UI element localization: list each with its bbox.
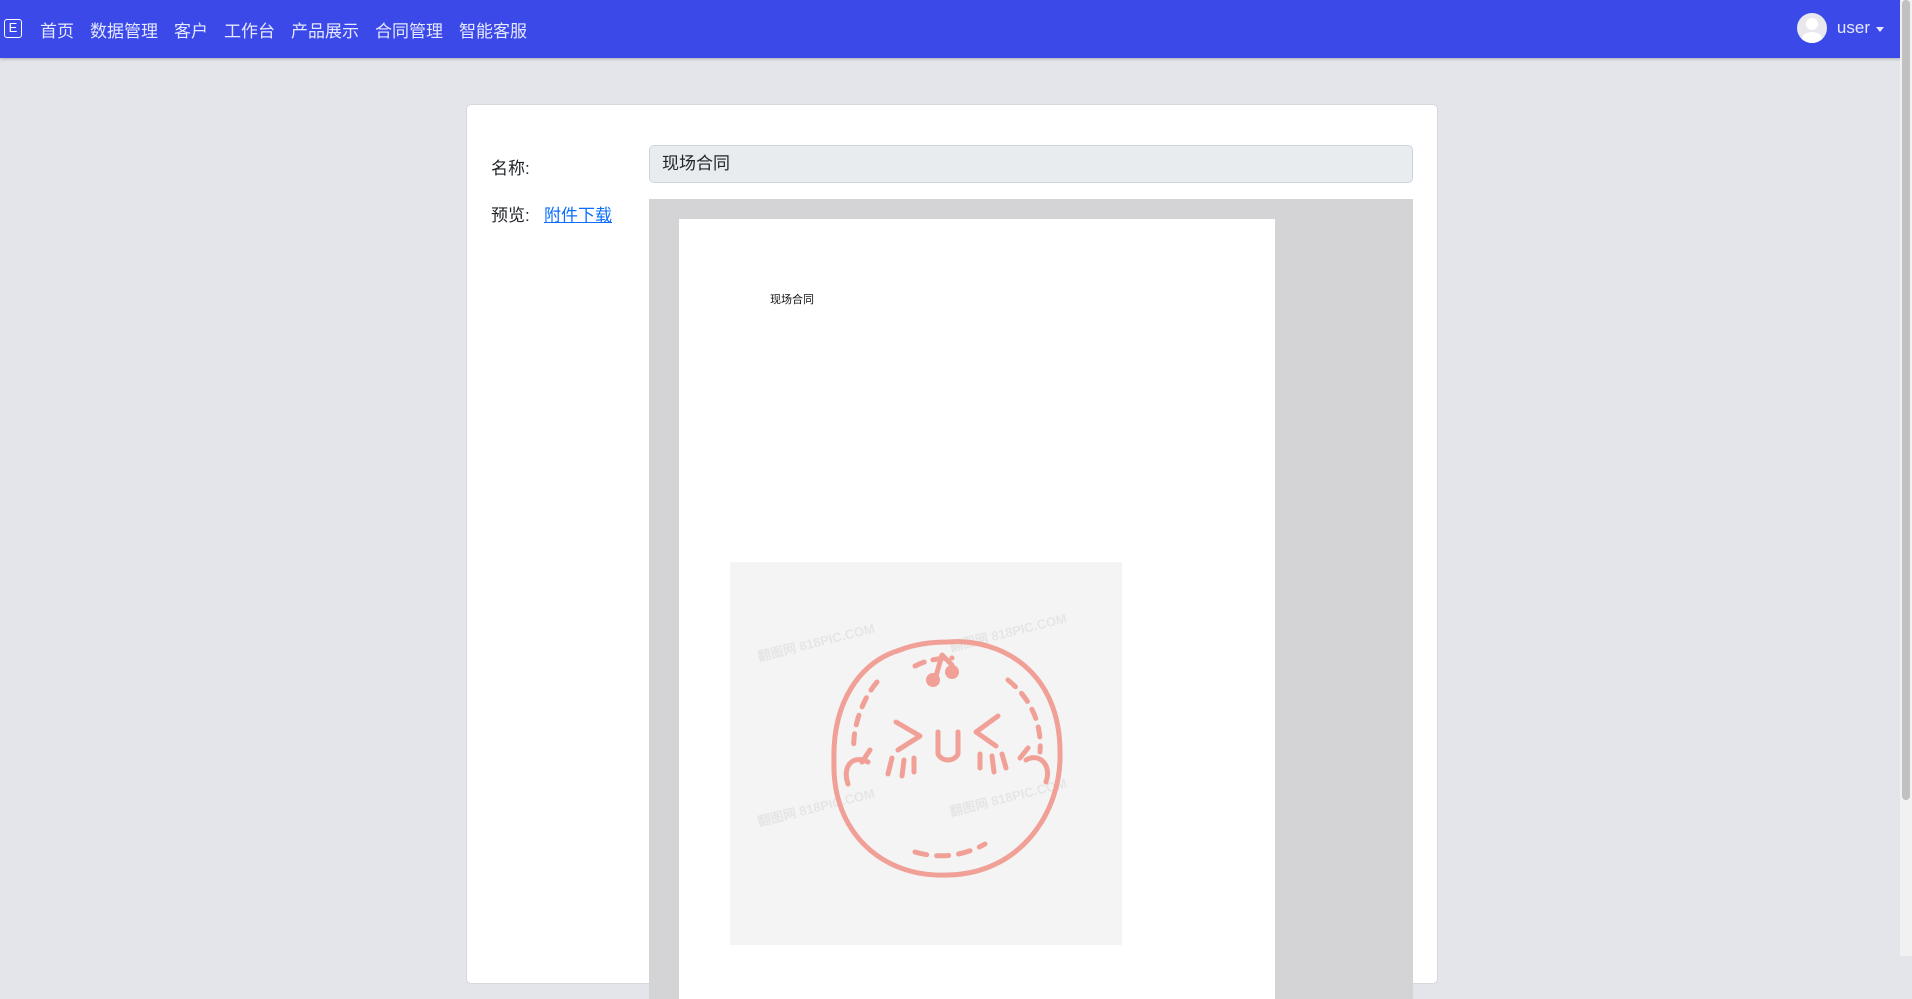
top-navbar: E 首页 数据管理 客户 工作台 产品展示 合同管理 智能客服 user [0, 0, 1912, 58]
attachment-download-link[interactable]: 附件下载 [544, 201, 612, 226]
chevron-down-icon [1876, 26, 1884, 32]
page-scrollbar[interactable] [1900, 0, 1912, 956]
document-preview[interactable]: 现场合同 翻图网 818PIC.COM 翻图网 818PIC.COM 翻图网 8… [649, 199, 1413, 999]
preview-label: 预览: [491, 206, 530, 225]
name-label: 名称: [491, 159, 530, 178]
user-name: user [1836, 18, 1870, 37]
nav-item-customers[interactable]: 客户 [174, 17, 208, 42]
brand-logo[interactable]: E [4, 19, 22, 38]
nav-item-smart-service[interactable]: 智能客服 [459, 17, 527, 42]
document-title: 现场合同 [770, 293, 814, 306]
scrollbar-thumb[interactable] [1902, 0, 1910, 800]
nav-links: 首页 数据管理 客户 工作台 产品展示 合同管理 智能客服 [40, 0, 543, 58]
document-page: 现场合同 翻图网 818PIC.COM 翻图网 818PIC.COM 翻图网 8… [679, 219, 1275, 999]
nav-item-data-management[interactable]: 数据管理 [90, 17, 158, 42]
avatar-head-shape [1805, 18, 1818, 30]
nav-item-workbench[interactable]: 工作台 [224, 17, 275, 42]
avatar [1796, 13, 1827, 43]
avatar-body-shape [1800, 32, 1823, 43]
name-field[interactable]: 现场合同 [649, 145, 1413, 183]
nav-item-contracts[interactable]: 合同管理 [375, 17, 443, 42]
nav-item-products[interactable]: 产品展示 [291, 17, 359, 42]
user-menu-dropdown[interactable]: user [1796, 13, 1884, 43]
nav-item-home[interactable]: 首页 [40, 17, 74, 42]
stamp-image: 翻图网 818PIC.COM 翻图网 818PIC.COM 翻图网 818PIC… [730, 562, 1122, 945]
contract-detail-card: 名称: 现场合同 预览: 附件下载 现场合同 翻图网 818PIC.COM 翻图… [466, 104, 1438, 999]
cartoon-stamp-icon [831, 639, 1063, 878]
